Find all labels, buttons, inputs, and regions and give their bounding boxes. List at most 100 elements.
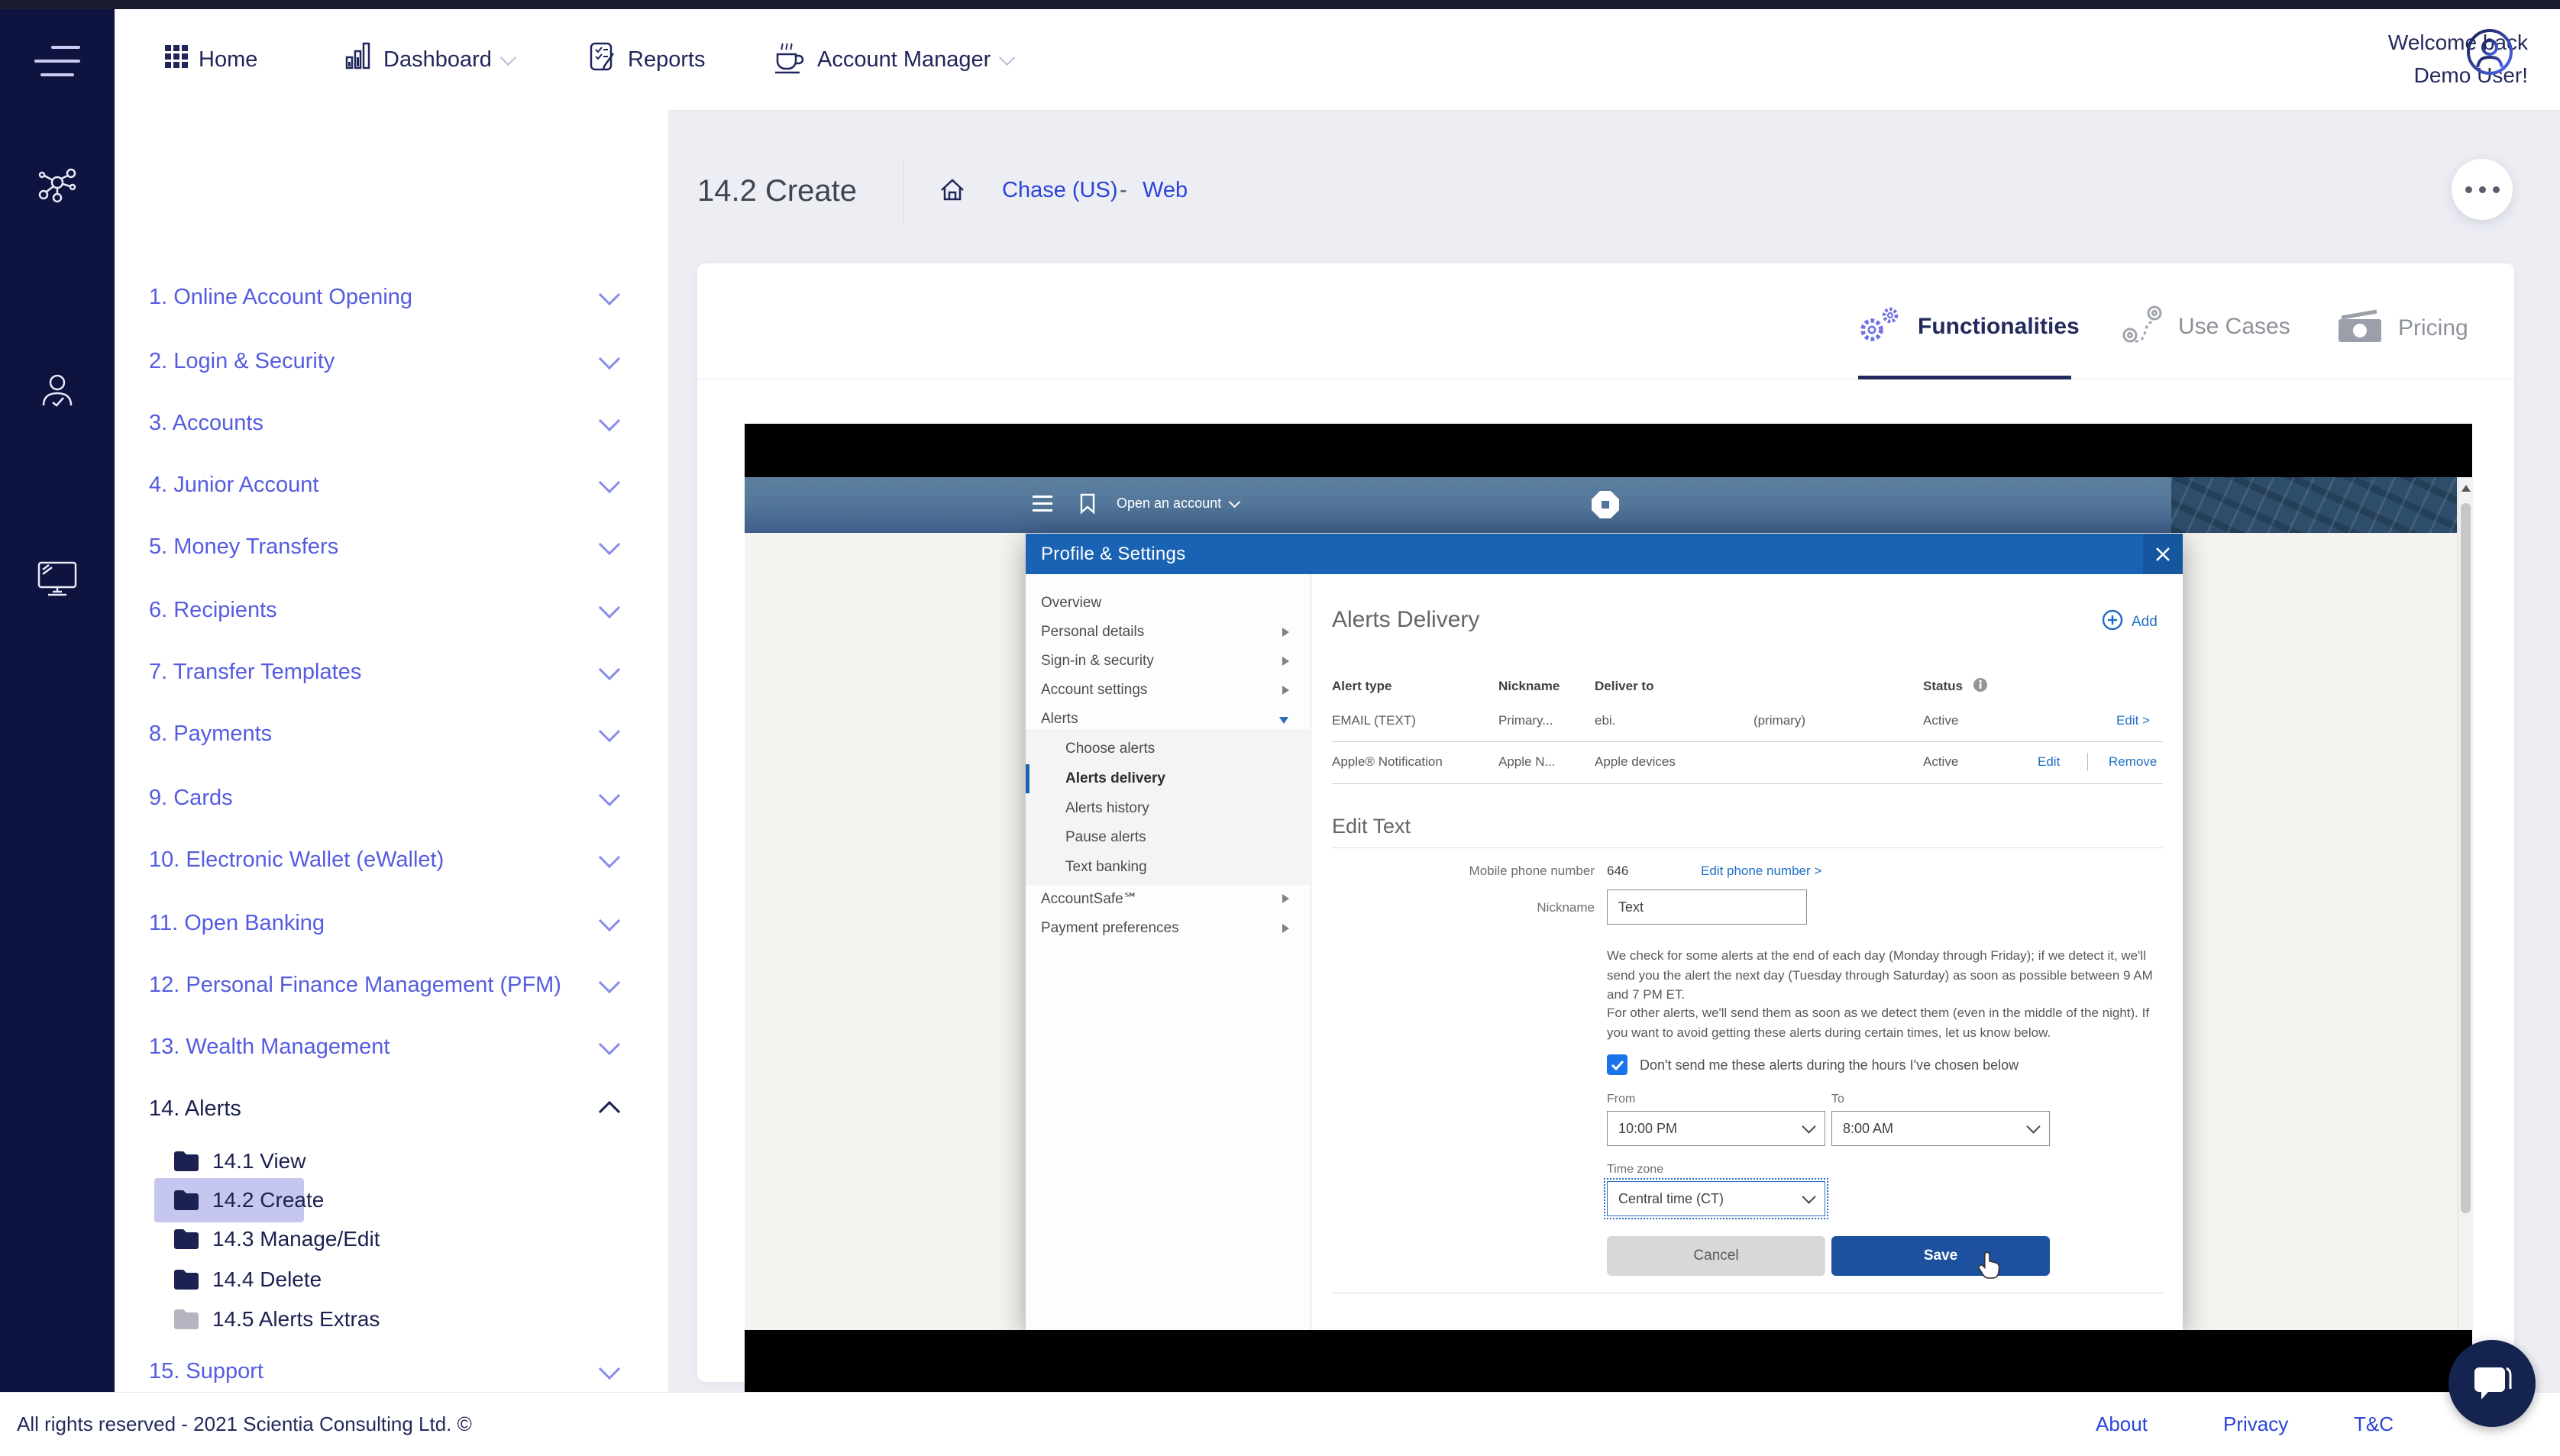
banknote-icon xyxy=(2335,308,2384,349)
sidebar-item-recipients[interactable]: 6. Recipients xyxy=(115,588,668,632)
chat-bubble-button[interactable] xyxy=(2448,1340,2536,1427)
sidebar-item-transfer-templates[interactable]: 7. Transfer Templates xyxy=(115,650,668,694)
edit-text-heading: Edit Text xyxy=(1332,815,1411,838)
dialog-menu-alerts[interactable]: Alerts xyxy=(1026,705,1311,734)
hand-cursor-icon xyxy=(1977,1250,2001,1283)
dialog-menu-text-banking[interactable]: Text banking xyxy=(1026,853,1311,882)
sidebar-item-alerts-extras[interactable]: 14.5 Alerts Extras xyxy=(115,1297,668,1341)
footer-link-tc[interactable]: T&C xyxy=(2354,1393,2394,1456)
scroll-up-arrow[interactable] xyxy=(2461,485,2471,492)
row1-edit-link[interactable]: Edit > xyxy=(2116,713,2150,728)
mobile-phone-value: 646 xyxy=(1607,864,1629,878)
chevron-down-icon xyxy=(598,846,621,869)
dialog-menu-account-settings[interactable]: Account settings xyxy=(1026,676,1311,705)
caret-right-icon xyxy=(1282,924,1289,933)
footer-link-about[interactable]: About xyxy=(2096,1393,2148,1456)
sidebar-item-alerts-manage-edit[interactable]: 14.3 Manage/Edit xyxy=(115,1217,668,1261)
dialog-menu-choose-alerts[interactable]: Choose alerts xyxy=(1026,734,1311,764)
dialog-menu-overview[interactable]: Overview xyxy=(1026,589,1311,618)
tab-functionalities-label: Functionalities xyxy=(1918,314,2080,339)
nav-dashboard[interactable]: Dashboard xyxy=(344,9,516,110)
footer-link-privacy[interactable]: Privacy xyxy=(2223,1393,2288,1456)
letterbox-top xyxy=(745,424,2472,477)
row2-remove-link[interactable]: Remove xyxy=(2109,754,2157,770)
monitor-icon[interactable] xyxy=(36,560,79,600)
row2-edit-link[interactable]: Edit xyxy=(2038,754,2060,770)
sidebar-item-wealth-management[interactable]: 13. Wealth Management xyxy=(115,1025,668,1069)
sidebar-item-ewallet[interactable]: 10. Electronic Wallet (eWallet) xyxy=(115,838,668,882)
dialog-menu-payment-preferences[interactable]: Payment preferences xyxy=(1026,914,1311,943)
open-account-menu[interactable]: Open an account xyxy=(1117,496,1241,512)
sidebar-item-login-security[interactable]: 2. Login & Security xyxy=(115,339,668,383)
tab-pricing-label: Pricing xyxy=(2398,315,2468,341)
sidebar-item-open-banking[interactable]: 11. Open Banking xyxy=(115,901,668,945)
col-status: Status xyxy=(1923,679,1963,693)
save-button[interactable]: Save xyxy=(1831,1236,2050,1276)
caret-right-icon xyxy=(1282,657,1289,666)
route-pins-icon xyxy=(2120,305,2164,350)
more-options-button[interactable] xyxy=(2452,159,2513,220)
chevron-down-icon xyxy=(598,658,621,681)
sidebar-item-alerts-view[interactable]: 14.1 View xyxy=(115,1139,668,1183)
breadcrumb-bank[interactable]: Chase (US) xyxy=(1002,178,1118,203)
dialog-menu-personal-details[interactable]: Personal details xyxy=(1026,618,1311,647)
close-icon[interactable] xyxy=(2143,534,2183,574)
info-icon[interactable] xyxy=(1973,677,1988,696)
sidebar-item-payments[interactable]: 8. Payments xyxy=(115,712,668,756)
row1-type: EMAIL (TEXT) xyxy=(1332,713,1416,728)
sidebar-item-online-account-opening[interactable]: 1. Online Account Opening xyxy=(115,275,668,319)
dialog-menu-sign-in-security[interactable]: Sign-in & security xyxy=(1026,647,1311,676)
nav-home[interactable]: Home xyxy=(165,9,257,110)
embedded-screenshot: Open an account Sign out Profile & Setti… xyxy=(745,424,2473,1392)
to-time-select[interactable]: 8:00 AM xyxy=(1831,1111,2050,1146)
edit-phone-link[interactable]: Edit phone number > xyxy=(1701,864,1821,879)
breadcrumb-channel[interactable]: Web xyxy=(1143,178,1188,203)
home-icon[interactable] xyxy=(938,176,967,208)
bookmark-flag-icon[interactable] xyxy=(1078,492,1097,521)
bar-chart-icon xyxy=(344,42,373,77)
sidebar-item-alerts-delete[interactable]: 14.4 Delete xyxy=(115,1257,668,1302)
chase-logo-icon[interactable] xyxy=(1589,489,1621,525)
user-check-icon[interactable] xyxy=(37,372,77,414)
chevron-up-icon xyxy=(598,1100,621,1123)
folder-icon xyxy=(173,1269,200,1290)
user-avatar-icon[interactable] xyxy=(2465,27,2514,80)
sidebar-item-cards[interactable]: 9. Cards xyxy=(115,776,668,820)
nav-dashboard-label: Dashboard xyxy=(383,47,492,72)
dialog-menu: Overview Personal details Sign-in & secu… xyxy=(1026,574,1311,1330)
tab-use-cases[interactable]: Use Cases xyxy=(2120,304,2290,350)
hamburger-menu-icon[interactable] xyxy=(34,46,80,87)
dialog-menu-alerts-delivery[interactable]: Alerts delivery xyxy=(1026,764,1311,793)
network-icon[interactable] xyxy=(36,166,79,209)
gears-icon xyxy=(1858,305,1904,349)
add-alert-link[interactable]: Add xyxy=(2101,609,2158,636)
row1-status: Active xyxy=(1923,713,1959,728)
folder-icon xyxy=(173,1151,200,1172)
cancel-button[interactable]: Cancel xyxy=(1607,1236,1825,1276)
chevron-down-icon xyxy=(1802,1190,1816,1204)
chase-scrollbar[interactable] xyxy=(2458,477,2473,1330)
sidebar-item-junior-account[interactable]: 4. Junior Account xyxy=(115,463,668,507)
sidebar-item-pfm[interactable]: 12. Personal Finance Management (PFM) xyxy=(115,963,668,1007)
app-sidebar xyxy=(0,9,115,1392)
sidebar-item-alerts[interactable]: 14. Alerts xyxy=(115,1086,668,1131)
tab-pricing[interactable]: Pricing xyxy=(2335,305,2468,351)
tab-functionalities[interactable]: Functionalities xyxy=(1858,304,2080,350)
scrollbar-thumb[interactable] xyxy=(2461,503,2471,1213)
quiet-hours-checkbox[interactable] xyxy=(1607,1054,1627,1075)
timezone-select[interactable]: Central time (CT) xyxy=(1604,1178,1828,1219)
dialog-menu-pause-alerts[interactable]: Pause alerts xyxy=(1026,823,1311,852)
dialog-menu-accountsafe[interactable]: AccountSafe℠ xyxy=(1026,884,1311,913)
chase-hamburger-icon[interactable] xyxy=(1033,496,1052,512)
nav-account-manager[interactable]: Account Manager xyxy=(771,9,1016,110)
sidebar-item-accounts[interactable]: 3. Accounts xyxy=(115,401,668,445)
folder-icon xyxy=(173,1228,200,1250)
dialog-menu-alerts-history[interactable]: Alerts history xyxy=(1026,794,1311,823)
from-time-select[interactable]: 10:00 PM xyxy=(1607,1111,1825,1146)
nav-reports[interactable]: Reports xyxy=(588,9,706,110)
chevron-down-icon xyxy=(499,49,516,66)
sidebar-item-money-transfers[interactable]: 5. Money Transfers xyxy=(115,525,668,569)
nickname-input[interactable] xyxy=(1607,889,1807,925)
sidebar-item-alerts-create[interactable]: 14.2 Create xyxy=(115,1178,668,1222)
sidebar-item-support[interactable]: 15. Support xyxy=(115,1349,668,1392)
